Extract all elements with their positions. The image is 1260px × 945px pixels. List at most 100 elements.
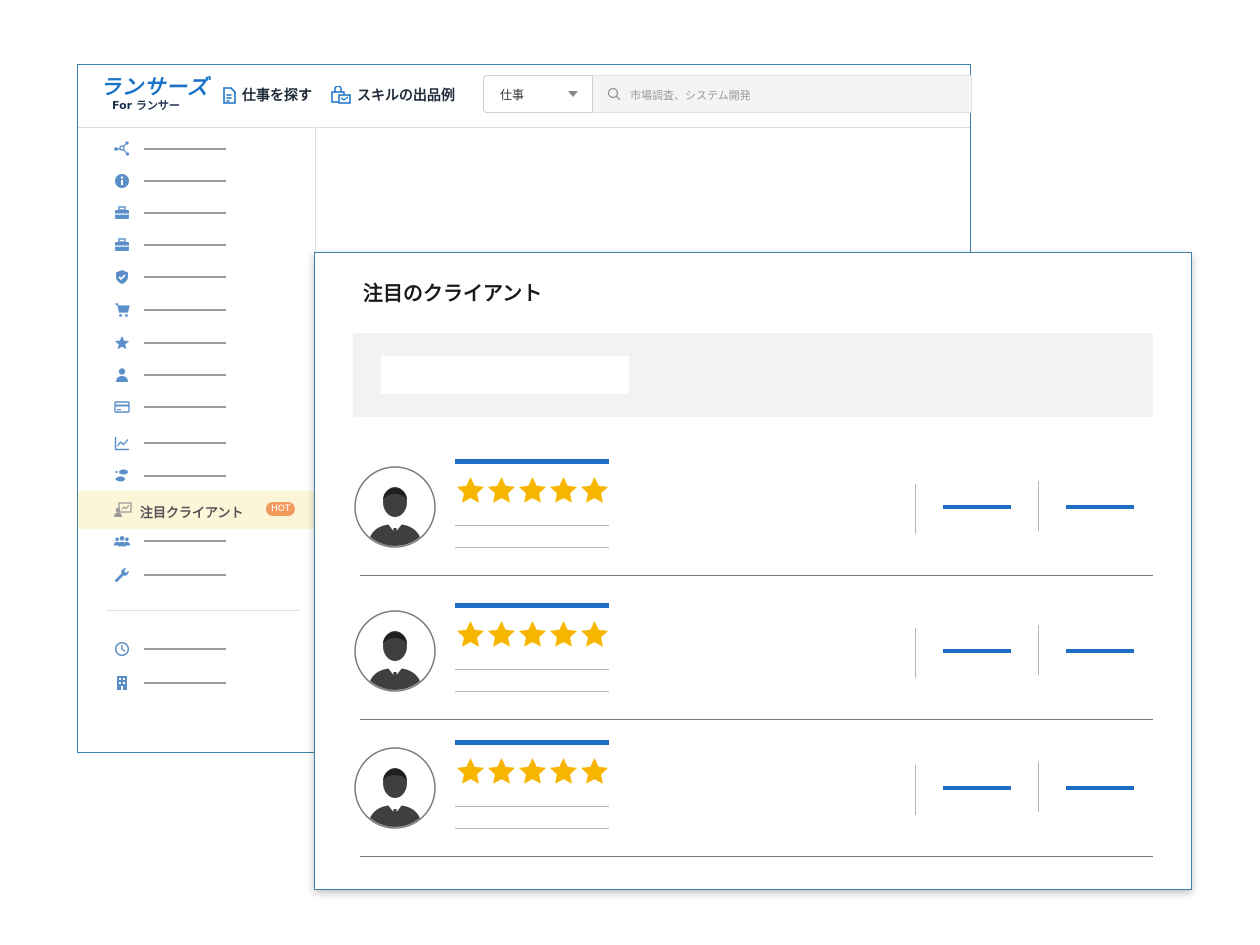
sidebar-item[interactable] — [78, 395, 315, 419]
clock-icon — [114, 641, 130, 657]
briefcase-icon — [115, 206, 129, 219]
person-icon — [116, 368, 128, 382]
stat-divider — [1038, 481, 1039, 531]
stat-divider — [915, 628, 916, 678]
client-stat — [1066, 786, 1134, 790]
client-name-bar — [455, 459, 609, 464]
star-icon — [456, 620, 485, 647]
sidebar-item-placeholder — [144, 212, 226, 214]
sidebar-item[interactable] — [78, 265, 315, 289]
row-divider — [360, 856, 1153, 857]
sidebar-divider — [106, 610, 300, 611]
star-icon — [549, 476, 578, 503]
sidebar-item-featured-clients[interactable]: 注目クライアント HOT — [78, 491, 315, 529]
star-icon — [549, 620, 578, 647]
sidebar-item-placeholder — [144, 148, 226, 150]
stat-divider — [915, 765, 916, 815]
client-detail-line — [455, 691, 609, 692]
header: ランサーズ For ランサー 仕事を探す スキルの出品例 仕事 市場調査、システ… — [78, 65, 972, 128]
sidebar-item-placeholder — [144, 180, 226, 182]
sidebar: 注目クライアント HOT — [78, 127, 316, 752]
sidebar-item[interactable] — [78, 464, 315, 488]
sidebar-item[interactable] — [78, 529, 315, 553]
briefcase-icon — [115, 238, 129, 251]
sidebar-item[interactable] — [78, 233, 315, 257]
client-name-bar — [455, 603, 609, 608]
sidebar-item[interactable] — [78, 201, 315, 225]
client-stat — [943, 786, 1011, 790]
info-icon — [115, 174, 129, 188]
page-title: 注目のクライアント — [363, 281, 543, 305]
sidebar-item[interactable] — [78, 671, 315, 695]
client-detail-line — [455, 806, 609, 807]
nav-find-jobs[interactable]: 仕事を探す — [222, 85, 312, 105]
featured-clients-panel: 注目のクライアント — [314, 252, 1192, 890]
sidebar-item[interactable] — [78, 363, 315, 387]
chart-icon — [114, 437, 129, 451]
avatar — [354, 747, 436, 829]
sidebar-item[interactable] — [78, 298, 315, 322]
sidebar-item[interactable] — [78, 331, 315, 355]
nav-skill-examples[interactable]: スキルの出品例 — [331, 85, 455, 105]
client-row[interactable] — [315, 597, 1191, 737]
sidebar-item[interactable] — [78, 431, 315, 455]
rating-stars — [455, 619, 610, 650]
rating-stars — [455, 475, 610, 506]
avatar — [354, 610, 436, 692]
filter-input[interactable] — [381, 356, 629, 394]
star-icon — [580, 620, 609, 647]
client-stat — [1066, 505, 1134, 509]
sidebar-item-placeholder — [144, 682, 226, 684]
search-input[interactable]: 市場調査、システム開発 — [593, 75, 972, 113]
avatar — [354, 466, 436, 548]
client-name-bar — [455, 740, 609, 745]
shop-bag-icon — [331, 86, 351, 104]
stat-divider — [1038, 625, 1039, 675]
row-divider — [360, 719, 1153, 720]
sidebar-item[interactable] — [78, 637, 315, 661]
sidebar-item-placeholder — [144, 244, 226, 246]
client-row[interactable] — [315, 734, 1191, 874]
search-category-value: 仕事 — [500, 88, 525, 102]
document-icon — [223, 86, 236, 104]
group-icon — [114, 536, 130, 547]
star-icon — [549, 757, 578, 784]
sidebar-item-placeholder — [144, 475, 226, 477]
logo-main-text: ランサーズ — [100, 75, 209, 99]
sidebar-item[interactable] — [78, 169, 315, 193]
sidebar-item-placeholder — [144, 574, 226, 576]
client-detail-line — [455, 525, 609, 526]
star-icon — [456, 757, 485, 784]
nav-skill-examples-label: スキルの出品例 — [357, 88, 455, 104]
star-icon — [456, 476, 485, 503]
nav-find-jobs-label: 仕事を探す — [242, 88, 312, 104]
sidebar-item-placeholder — [144, 442, 226, 444]
sidebar-item-placeholder — [144, 406, 226, 408]
stat-divider — [1038, 762, 1039, 812]
sidebar-item-placeholder — [144, 374, 226, 376]
filter-area — [353, 333, 1153, 417]
cart-icon — [115, 303, 130, 317]
client-stat — [1066, 649, 1134, 653]
client-stat — [943, 505, 1011, 509]
sidebar-item-label: 注目クライアント — [140, 506, 244, 521]
search-category-select[interactable]: 仕事 — [483, 75, 593, 113]
star-icon — [580, 476, 609, 503]
search-placeholder: 市場調査、システム開発 — [630, 89, 751, 102]
star-icon — [487, 757, 516, 784]
sidebar-item[interactable] — [78, 137, 315, 161]
sidebar-item[interactable] — [78, 563, 315, 587]
client-icon — [114, 502, 132, 517]
star-icon — [518, 476, 547, 503]
footprint-icon — [115, 469, 128, 482]
client-row[interactable] — [315, 453, 1191, 593]
wrench-icon — [115, 568, 129, 582]
logo-sub-text: For ランサー — [112, 99, 180, 112]
client-detail-line — [455, 669, 609, 670]
chevron-down-icon — [568, 91, 578, 97]
search-icon — [607, 87, 621, 101]
shield-check-icon — [116, 270, 128, 284]
card-icon — [114, 401, 130, 413]
star-icon — [114, 336, 130, 350]
logo[interactable]: ランサーズ For ランサー — [100, 75, 210, 113]
